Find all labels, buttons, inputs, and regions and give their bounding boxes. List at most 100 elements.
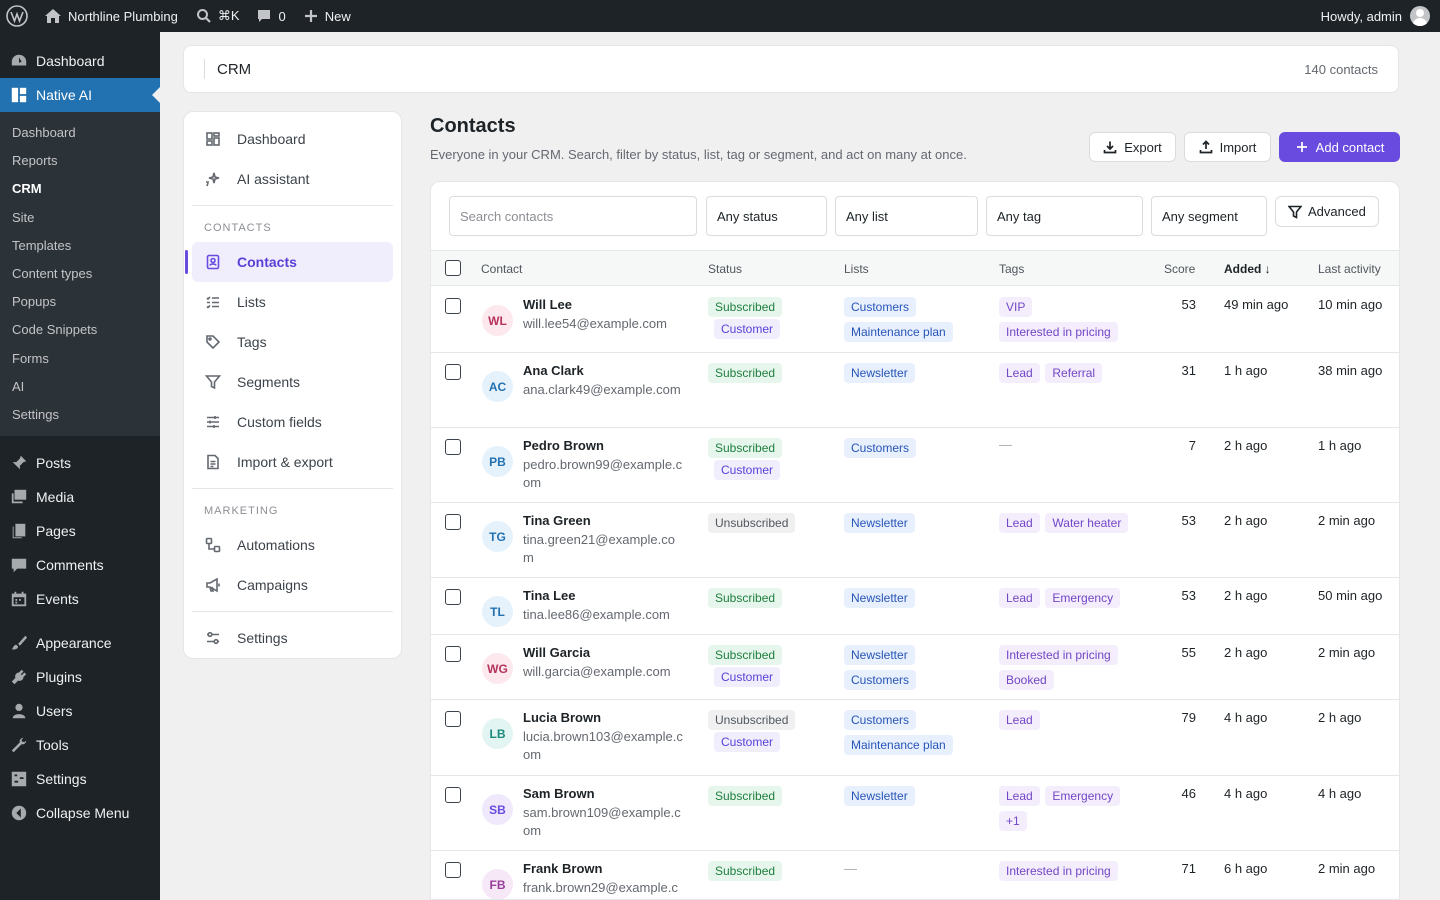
col-last-activity[interactable]: Last activity: [1318, 262, 1381, 276]
menu-plugins[interactable]: Plugins: [0, 660, 160, 694]
tag-badge: Emergency: [1045, 786, 1121, 806]
col-lists[interactable]: Lists: [844, 262, 869, 276]
nav-automations[interactable]: Automations: [192, 525, 393, 565]
menu-posts[interactable]: Posts: [0, 446, 160, 480]
contact-name[interactable]: Frank Brown: [523, 861, 602, 876]
contact-name[interactable]: Pedro Brown: [523, 438, 604, 453]
status-badge: Subscribed: [708, 363, 783, 383]
submenu-settings[interactable]: Settings: [0, 401, 160, 429]
menu-comments[interactable]: Comments: [0, 548, 160, 582]
table-row[interactable]: LB Lucia Brown lucia.brown103@example.com U…: [431, 700, 1399, 776]
submenu-site[interactable]: Site: [0, 204, 160, 232]
status-badge: Customer: [714, 319, 781, 339]
tag-badge: VIP: [999, 297, 1033, 317]
calendar-icon: [11, 591, 27, 607]
tag-badge: Interested in pricing: [999, 645, 1118, 665]
table-row[interactable]: AC Ana Clark ana.clark49@example.com Subscr…: [431, 353, 1399, 428]
segment-filter-select[interactable]: Any segment: [1151, 196, 1267, 236]
col-tags[interactable]: Tags: [999, 262, 1024, 276]
contact-name[interactable]: Sam Brown: [523, 786, 595, 801]
added-value: 2 h ago: [1224, 645, 1268, 660]
contact-name[interactable]: Tina Green: [523, 513, 591, 528]
contact-name[interactable]: Lucia Brown: [523, 710, 601, 725]
row-checkbox[interactable]: [445, 298, 461, 314]
status-badge: Unsubscribed: [708, 513, 796, 533]
submenu-templates[interactable]: Templates: [0, 232, 160, 260]
comments-link[interactable]: 0: [248, 0, 294, 32]
nav-tags[interactable]: Tags: [192, 322, 393, 362]
nav-settings[interactable]: Settings: [192, 618, 393, 658]
advanced-filter-button[interactable]: Advanced: [1275, 196, 1379, 227]
row-checkbox[interactable]: [445, 589, 461, 605]
nav-custom-fields[interactable]: Custom fields: [192, 402, 393, 442]
nav-lists[interactable]: Lists: [192, 282, 393, 322]
nav-ai-assistant[interactable]: AI assistant: [192, 159, 393, 199]
table-row[interactable]: WG Will Garcia will.garcia@example.com Subs…: [431, 635, 1399, 700]
table-row[interactable]: PB Pedro Brown pedro.brown99@example.com Su…: [431, 428, 1399, 503]
row-checkbox[interactable]: [445, 711, 461, 727]
table-row[interactable]: FB Frank Brown frank.brown29@example.com Su…: [431, 851, 1399, 899]
menu-dashboard[interactable]: Dashboard: [0, 44, 160, 78]
table-row[interactable]: TL Tina Lee tina.lee86@example.com Subscrib…: [431, 578, 1399, 635]
list-filter-select[interactable]: Any list: [835, 196, 978, 236]
submenu-reports[interactable]: Reports: [0, 147, 160, 175]
new-content-link[interactable]: New: [294, 0, 359, 32]
row-checkbox[interactable]: [445, 862, 461, 878]
submenu-dashboard[interactable]: Dashboard: [0, 119, 160, 147]
contact-name[interactable]: Ana Clark: [523, 363, 584, 378]
row-checkbox[interactable]: [445, 514, 461, 530]
table-row[interactable]: TG Tina Green tina.green21@example.com Unsu…: [431, 503, 1399, 578]
greeting: Howdy, admin: [1320, 8, 1402, 24]
row-checkbox[interactable]: [445, 364, 461, 380]
table-row[interactable]: SB Sam Brown sam.brown109@example.com Subsc…: [431, 776, 1399, 851]
nav-segments[interactable]: Segments: [192, 362, 393, 402]
col-contact[interactable]: Contact: [481, 262, 522, 276]
menu-native-ai[interactable]: Native AI: [0, 78, 160, 112]
nav-contacts[interactable]: Contacts: [185, 242, 393, 282]
col-status[interactable]: Status: [708, 262, 742, 276]
col-added[interactable]: Added ↓: [1224, 262, 1271, 276]
tag-filter-select[interactable]: Any tag: [986, 196, 1143, 236]
nav-import-export[interactable]: Import & export: [192, 442, 393, 482]
new-label: New: [324, 8, 351, 24]
submenu-crm[interactable]: CRM: [0, 175, 160, 203]
submenu-content-types[interactable]: Content types: [0, 260, 160, 288]
filter-icon: [205, 375, 221, 390]
status-badge: Customer: [714, 460, 781, 480]
wordpress-logo-icon[interactable]: [0, 0, 36, 32]
menu-events[interactable]: Events: [0, 582, 160, 616]
contact-name[interactable]: Will Garcia: [523, 645, 590, 660]
menu-pages[interactable]: Pages: [0, 514, 160, 548]
menu-settings[interactable]: Settings: [0, 762, 160, 796]
menu-tools[interactable]: Tools: [0, 728, 160, 762]
menu-users[interactable]: Users: [0, 694, 160, 728]
import-button[interactable]: Import: [1184, 132, 1271, 162]
collapse-menu-button[interactable]: Collapse Menu: [0, 796, 160, 830]
contact-name[interactable]: Tina Lee: [523, 588, 576, 603]
home-icon: [45, 9, 61, 23]
document-icon: [207, 454, 219, 470]
col-score[interactable]: Score: [1164, 262, 1195, 276]
tag-badge: Lead: [999, 363, 1040, 383]
select-all-checkbox[interactable]: [445, 260, 461, 276]
row-checkbox[interactable]: [445, 439, 461, 455]
row-checkbox[interactable]: [445, 646, 461, 662]
nav-dashboard[interactable]: Dashboard: [192, 119, 393, 159]
admin-search[interactable]: ⌘K: [186, 0, 248, 32]
submenu-code-snippets[interactable]: Code Snippets: [0, 316, 160, 344]
nav-campaigns[interactable]: Campaigns: [192, 565, 393, 605]
menu-media[interactable]: Media: [0, 480, 160, 514]
status-filter-select[interactable]: Any status: [706, 196, 827, 236]
submenu-forms[interactable]: Forms: [0, 345, 160, 373]
table-row[interactable]: WL Will Lee will.lee54@example.com Subscrib…: [431, 287, 1399, 353]
export-button[interactable]: Export: [1089, 132, 1176, 162]
my-account[interactable]: Howdy, admin: [1321, 6, 1440, 26]
row-checkbox[interactable]: [445, 787, 461, 803]
search-input[interactable]: Search contacts: [449, 196, 697, 236]
contact-name[interactable]: Will Lee: [523, 297, 572, 312]
add-contact-button[interactable]: Add contact: [1279, 132, 1400, 162]
menu-appearance[interactable]: Appearance: [0, 626, 160, 660]
site-name-link[interactable]: Northline Plumbing: [36, 0, 186, 32]
submenu-popups[interactable]: Popups: [0, 288, 160, 316]
submenu-ai[interactable]: AI: [0, 373, 160, 401]
